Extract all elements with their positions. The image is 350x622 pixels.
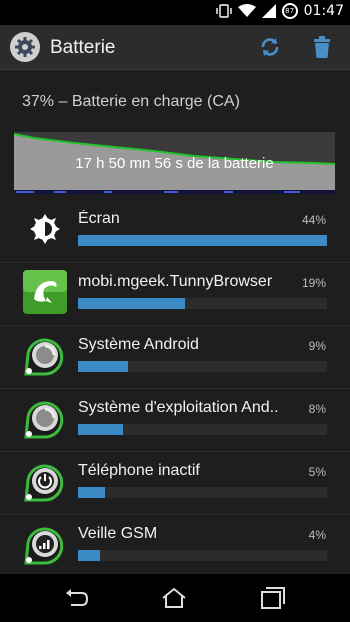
item-percent: 8% — [308, 402, 326, 416]
usage-list: Écran 44% mobi.mgeek.TunnyBrowser 19% Sy… — [0, 200, 350, 578]
usage-bar — [78, 487, 327, 498]
recents-icon[interactable] — [258, 584, 286, 612]
battery-duration-label: 17 h 50 mn 56 s de la batterie — [75, 155, 274, 172]
item-name: Système d'exploitation And.. — [78, 399, 279, 416]
usage-bar — [78, 235, 327, 246]
usage-bar-fill — [78, 550, 101, 561]
home-icon[interactable] — [160, 584, 188, 612]
status-icons: 87 01:47 — [215, 3, 344, 19]
usage-bar-fill — [78, 361, 128, 372]
usage-bar-fill — [78, 235, 327, 246]
battery-summary: 37% – Batterie en charge (CA) — [22, 93, 240, 110]
item-percent: 44% — [301, 213, 326, 227]
battery-graph[interactable]: 17 h 50 mn 56 s de la batterie — [14, 132, 335, 194]
power-icon — [24, 464, 64, 502]
item-name: Écran — [78, 210, 120, 227]
item-name: Téléphone inactif — [78, 462, 200, 479]
list-item[interactable]: Écran 44% — [0, 200, 350, 263]
refresh-icon[interactable] — [256, 33, 284, 61]
clock: 01:47 — [303, 3, 344, 19]
usage-bar-fill — [78, 424, 123, 435]
usage-bar — [78, 361, 327, 372]
item-percent: 19% — [301, 276, 326, 290]
item-percent: 5% — [308, 465, 326, 479]
dolphin-browser-icon — [23, 270, 67, 314]
app-bar: Batterie — [0, 25, 350, 70]
list-item[interactable]: Système Android 9% — [0, 326, 350, 389]
battery-indicator: 87 — [281, 3, 298, 19]
battery-level-text: 87 — [285, 7, 295, 15]
item-name: Veille GSM — [78, 525, 158, 542]
list-item[interactable]: Téléphone inactif 5% — [0, 452, 350, 515]
list-item[interactable]: mobi.mgeek.TunnyBrowser 19% — [0, 263, 350, 326]
usage-bar-fill — [78, 298, 186, 309]
app-title: Batterie — [50, 37, 116, 58]
list-item[interactable]: Veille GSM 4% — [0, 515, 350, 578]
brightness-icon — [30, 214, 60, 244]
android-system-icon — [24, 338, 64, 376]
item-percent: 9% — [308, 339, 326, 353]
signal-icon — [24, 527, 64, 565]
gear-icon[interactable] — [10, 32, 40, 62]
cell-signal-icon — [261, 4, 276, 18]
usage-bar — [78, 550, 327, 561]
android-os-icon — [24, 401, 64, 439]
item-name: Système Android — [78, 336, 199, 353]
item-percent: 4% — [308, 528, 326, 542]
usage-bar — [78, 424, 327, 435]
trash-icon[interactable] — [308, 33, 336, 61]
item-name: mobi.mgeek.TunnyBrowser — [78, 273, 273, 290]
usage-bar — [78, 298, 327, 309]
navigation-bar — [0, 574, 350, 622]
status-bar: 87 01:47 — [0, 0, 350, 25]
list-item[interactable]: Système d'exploitation And.. 8% — [0, 389, 350, 452]
usage-bar-fill — [78, 487, 106, 498]
wifi-icon — [237, 4, 256, 17]
vibrate-icon — [215, 4, 232, 18]
back-icon[interactable] — [62, 584, 90, 612]
